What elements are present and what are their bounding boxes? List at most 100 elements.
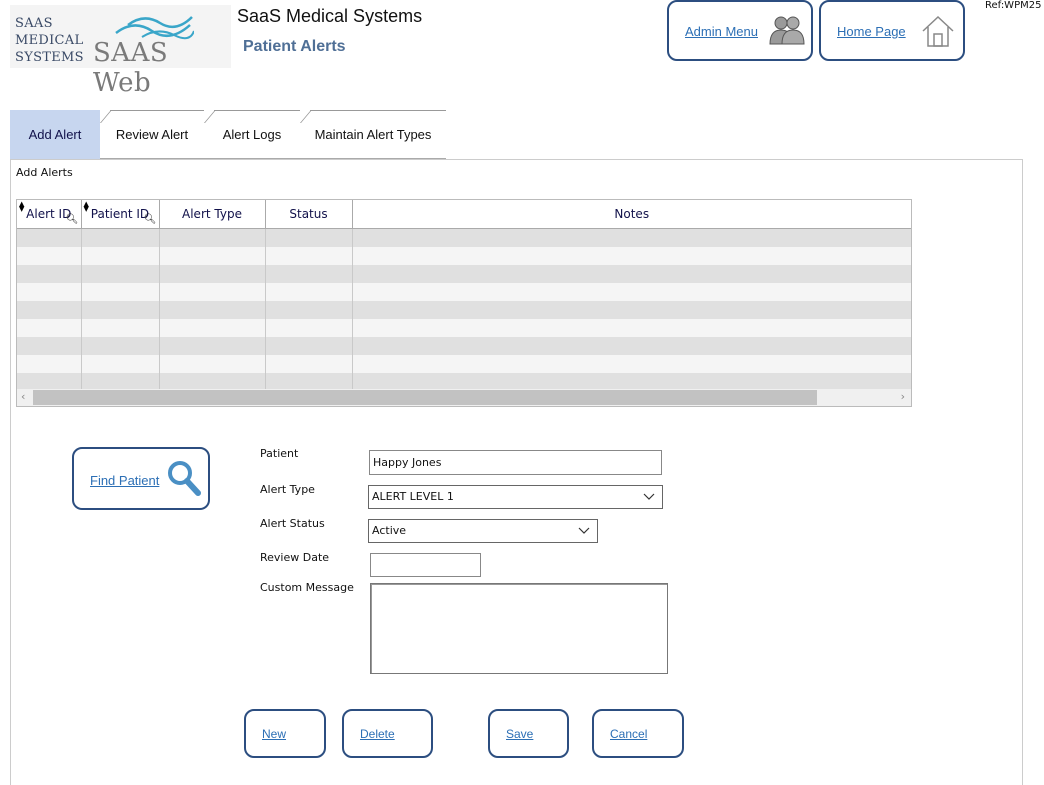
table-row[interactable] — [17, 283, 911, 301]
table-cell[interactable] — [81, 265, 160, 283]
sort-icon[interactable]: ▲ ▼ — [84, 201, 89, 213]
sort-icon[interactable]: ▲ ▼ — [19, 201, 24, 213]
table-cell[interactable] — [265, 301, 353, 319]
table-cell[interactable] — [265, 265, 353, 283]
column-label: Patient ID — [90, 207, 150, 221]
save-button[interactable]: Save — [488, 709, 569, 758]
table-cell[interactable] — [17, 247, 82, 265]
column-header-alert-id[interactable]: ▲ ▼ Alert ID 🔍︎ — [17, 200, 82, 229]
find-patient-button[interactable]: Find Patient — [72, 447, 210, 510]
save-label[interactable]: Save — [506, 727, 533, 741]
home-page-label[interactable]: Home Page — [837, 24, 906, 39]
table-row[interactable] — [17, 247, 911, 265]
tab-label[interactable]: Maintain Alert Types — [315, 127, 432, 142]
table-row[interactable] — [17, 265, 911, 283]
chevron-down-icon — [643, 493, 655, 500]
table-cell[interactable] — [159, 355, 266, 373]
custom-message-field[interactable] — [370, 583, 668, 674]
table-cell[interactable] — [81, 228, 160, 247]
page-ref: Ref:WPM25 — [985, 0, 1042, 11]
table-row[interactable] — [17, 301, 911, 319]
scroll-left-icon[interactable]: ‹ — [21, 390, 25, 403]
table-cell[interactable] — [17, 337, 82, 355]
column-header-status[interactable]: Status — [265, 200, 353, 229]
search-icon[interactable]: 🔍︎ — [144, 214, 157, 225]
cancel-label[interactable]: Cancel — [610, 727, 647, 741]
admin-menu-label[interactable]: Admin Menu — [685, 24, 758, 39]
home-icon — [922, 15, 954, 47]
find-patient-label[interactable]: Find Patient — [90, 473, 159, 488]
table-cell[interactable] — [159, 247, 266, 265]
alert-type-select[interactable]: ALERT LEVEL 1 — [368, 485, 663, 509]
table-cell[interactable] — [265, 228, 353, 247]
table-cell[interactable] — [159, 283, 266, 301]
table-cell[interactable] — [17, 319, 82, 337]
search-icon — [168, 461, 201, 496]
table-cell[interactable] — [17, 265, 82, 283]
delete-button[interactable]: Delete — [342, 709, 433, 758]
scrollbar-thumb[interactable] — [33, 390, 817, 405]
table-cell[interactable] — [159, 337, 266, 355]
table-cell[interactable] — [352, 265, 911, 283]
alert-status-value: Active — [372, 524, 407, 537]
table-cell[interactable] — [81, 319, 160, 337]
table-cell[interactable] — [352, 337, 911, 355]
delete-label[interactable]: Delete — [360, 727, 395, 741]
tab-maintain-alert-types[interactable]: Maintain Alert Types — [300, 110, 446, 159]
tab-label[interactable]: Review Alert — [116, 127, 188, 142]
table-cell[interactable] — [81, 283, 160, 301]
table-cell[interactable] — [352, 247, 911, 265]
cancel-button[interactable]: Cancel — [592, 709, 684, 758]
table-cell[interactable] — [265, 319, 353, 337]
tab-label[interactable]: Alert Logs — [223, 127, 282, 142]
search-icon[interactable]: 🔍︎ — [66, 214, 79, 225]
table-cell[interactable] — [265, 355, 353, 373]
patient-label: Patient — [260, 447, 299, 460]
table-cell[interactable] — [81, 355, 160, 373]
column-header-notes[interactable]: Notes — [352, 200, 911, 229]
table-cell[interactable] — [265, 283, 353, 301]
table-cell[interactable] — [81, 301, 160, 319]
tab-add-alert[interactable]: Add Alert — [10, 110, 100, 159]
home-page-button[interactable]: Home Page — [819, 0, 965, 61]
section-title: Add Alerts — [16, 166, 73, 179]
table-cell[interactable] — [81, 247, 160, 265]
alert-status-select[interactable]: Active — [368, 519, 598, 543]
table-row[interactable] — [17, 337, 911, 355]
table-cell[interactable] — [17, 228, 82, 247]
horizontal-scrollbar[interactable]: ‹ › — [17, 389, 911, 406]
table-row[interactable] — [17, 319, 911, 337]
users-icon — [769, 16, 805, 45]
table-cell[interactable] — [352, 355, 911, 373]
patient-field[interactable]: Happy Jones — [369, 450, 662, 475]
logo-line: SAAS — [15, 16, 53, 31]
table-cell[interactable] — [352, 301, 911, 319]
admin-menu-button[interactable]: Admin Menu — [667, 0, 813, 61]
table-row[interactable] — [17, 228, 911, 247]
review-date-label: Review Date — [260, 551, 330, 564]
tab-label[interactable]: Add Alert — [29, 127, 82, 142]
table-cell[interactable] — [352, 319, 911, 337]
table-cell[interactable] — [81, 337, 160, 355]
table-row[interactable] — [17, 355, 911, 373]
new-button[interactable]: New — [244, 709, 326, 758]
table-cell[interactable] — [352, 283, 911, 301]
table-cell[interactable] — [352, 228, 911, 247]
review-date-field[interactable] — [370, 553, 481, 577]
tab-alert-logs[interactable]: Alert Logs — [204, 110, 300, 159]
column-header-patient-id[interactable]: ▲ ▼ Patient ID 🔍︎ — [81, 200, 160, 229]
new-label[interactable]: New — [262, 727, 286, 741]
alert-type-label: Alert Type — [260, 483, 315, 496]
column-header-alert-type[interactable]: Alert Type — [159, 200, 266, 229]
tab-review-alert[interactable]: Review Alert — [100, 110, 204, 159]
table-cell[interactable] — [17, 301, 82, 319]
scroll-right-icon[interactable]: › — [901, 390, 905, 403]
table-cell[interactable] — [265, 247, 353, 265]
table-cell[interactable] — [17, 355, 82, 373]
table-cell[interactable] — [159, 301, 266, 319]
table-cell[interactable] — [159, 319, 266, 337]
table-cell[interactable] — [159, 228, 266, 247]
table-cell[interactable] — [265, 337, 353, 355]
table-cell[interactable] — [159, 265, 266, 283]
table-cell[interactable] — [17, 283, 82, 301]
